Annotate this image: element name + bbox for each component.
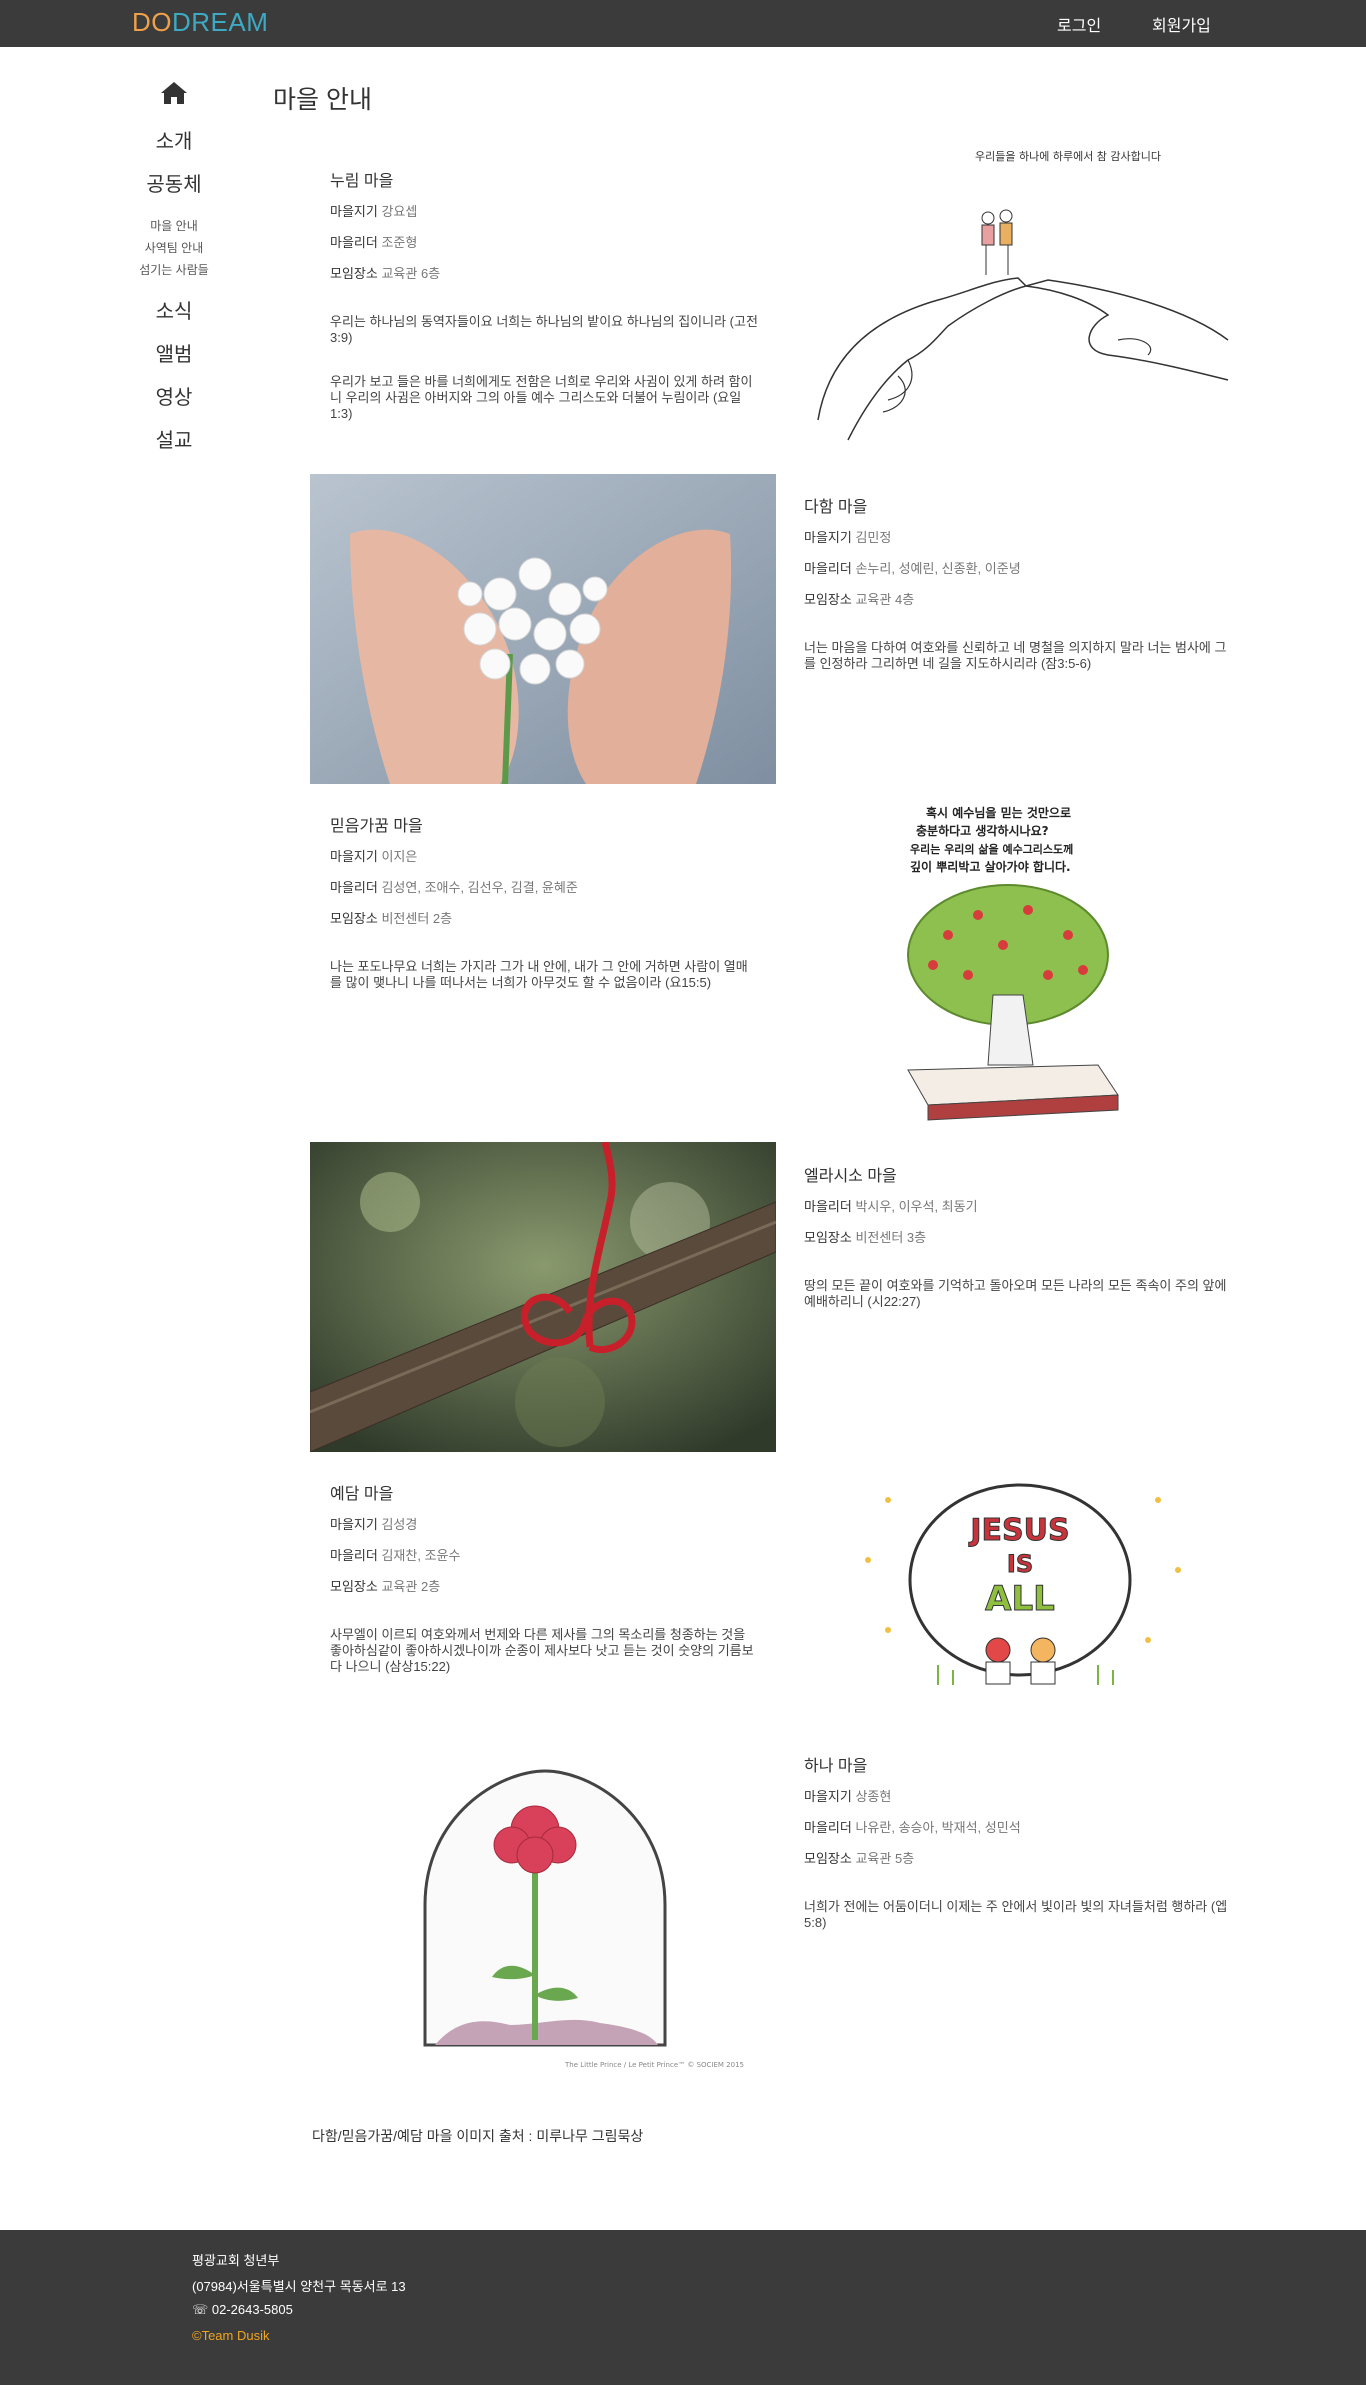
sidebar-sub-village[interactable]: 마을 안내	[130, 215, 218, 237]
leaders-value: 김성연, 조애수, 김선우, 김결, 윤혜준	[381, 880, 578, 895]
image-text-jesus: JESUS	[968, 1513, 1069, 1548]
footer-team: ©Team Dusik	[192, 2328, 270, 2343]
image-handwriting: 우리는 우리의 삶을 예수그리스도께	[910, 842, 1073, 856]
village-block-daham: 다함 마을 마을지기 김민정 마을리더 손누리, 성예린, 신종환, 이준녕 모…	[804, 493, 1232, 672]
footer: 평광교회 청년부 (07984)서울특별시 양천구 목동서로 13 ☏ 02-2…	[0, 2230, 1366, 2385]
village-verse: 너는 마음을 다하여 여호와를 신뢰하고 네 명철을 의지하지 말라 너는 범사…	[804, 640, 1227, 671]
leaders-value: 김재찬, 조윤수	[381, 1548, 461, 1563]
image-credit: 다함/믿음가꿈/예담 마을 이미지 출처 : 미루나무 그림묵상	[312, 2128, 644, 2144]
footer-address: (07984)서울특별시 양천구 목동서로 13	[192, 2279, 406, 2294]
village-image-elasiso	[310, 1142, 776, 1452]
leaders-label: 마을리더	[330, 1548, 378, 1563]
village-verse: 사무엘이 이르되 여호와께서 번제와 다른 제사를 그의 목소리를 청종하는 것…	[330, 1627, 754, 1674]
village-block-mideum: 믿음가꿈 마을 마을지기 이지은 마을리더 김성연, 조애수, 김선우, 김결,…	[330, 812, 758, 991]
village-name: 믿음가꿈 마을	[330, 818, 423, 835]
place-value: 비전센터 3층	[855, 1230, 927, 1245]
village-verse: 나는 포도나무요 너희는 가지라 그가 내 안에, 내가 그 안에 거하면 사람…	[330, 959, 748, 990]
sidebar-sub-servants[interactable]: 섬기는 사람들	[130, 259, 218, 281]
keeper-value: 상종현	[855, 1789, 892, 1804]
village-verse: 우리는 하나님의 동역자들이요 너희는 하나님의 밭이요 하나님의 집이니라 (…	[330, 314, 758, 345]
keeper-label: 마을지기	[330, 204, 378, 219]
village-image-daham	[310, 474, 776, 784]
place-label: 모임장소	[330, 1579, 378, 1594]
phone-icon: ☏	[192, 2302, 209, 2317]
village-verse: 너희가 전에는 어둠이더니 이제는 주 안에서 빛이라 빛의 자녀들처럼 행하라…	[804, 1899, 1228, 1930]
place-value: 교육관 4층	[855, 592, 915, 607]
keeper-label: 마을지기	[804, 1789, 852, 1804]
image-handwriting: 깊이 뿌리박고 살아가야 합니다.	[910, 859, 1071, 874]
keeper-value: 강요셉	[381, 204, 418, 219]
place-label: 모임장소	[330, 911, 378, 926]
village-block-nurim: 누림 마을 마을지기 강요셉 마을리더 조준형 모임장소 교육관 6층 우리는 …	[330, 167, 758, 422]
image-caption: The Little Prince / Le Petit Prince™ © S…	[564, 2061, 744, 2069]
leaders-label: 마을리더	[804, 561, 852, 576]
place-value: 교육관 5층	[855, 1851, 915, 1866]
place-label: 모임장소	[804, 1851, 852, 1866]
page-title: 마을 안내	[273, 86, 372, 114]
sidebar-item-community[interactable]: 공동체	[130, 168, 218, 197]
village-block-elasiso: 엘라시소 마을 마을리더 박시우, 이우석, 최동기 모임장소 비전센터 3층 …	[804, 1162, 1232, 1310]
footer-org: 평광교회 청년부	[192, 2253, 280, 2268]
village-name: 다함 마을	[804, 499, 868, 516]
site-logo[interactable]: DODREAM	[132, 7, 268, 38]
keeper-value: 김성경	[381, 1517, 418, 1532]
village-name: 하나 마을	[804, 1758, 868, 1775]
village-block-hana: 하나 마을 마을지기 상종현 마을리더 나유란, 송승아, 박재석, 성민석 모…	[804, 1752, 1232, 1931]
keeper-label: 마을지기	[804, 530, 852, 545]
sidebar-item-video[interactable]: 영상	[130, 381, 218, 410]
village-name: 누림 마을	[330, 173, 394, 190]
village-image-yedam: JESUS IS ALL	[788, 1460, 1252, 1726]
sidebar-item-album[interactable]: 앨범	[130, 338, 218, 367]
image-handwriting: 우리들을 하나에 하루에서 참 감사합니다	[975, 149, 1161, 163]
sidebar-item-news[interactable]: 소식	[130, 295, 218, 324]
leaders-value: 조준형	[381, 235, 418, 250]
keeper-label: 마을지기	[330, 849, 378, 864]
village-verse-2: 우리가 보고 들은 바를 너희에게도 전함은 너희로 우리와 사귐이 있게 하려…	[330, 374, 753, 421]
image-text-is: IS	[1007, 1550, 1033, 1578]
home-icon[interactable]	[130, 80, 218, 111]
village-verse: 땅의 모든 끝이 여호와를 기억하고 돌아오며 모든 나라의 모든 족속이 주의…	[804, 1278, 1227, 1309]
leaders-label: 마을리더	[330, 235, 378, 250]
village-image-hana: The Little Prince / Le Petit Prince™ © S…	[400, 1755, 770, 2075]
image-handwriting: 충분하다고 생각하시나요?	[916, 823, 1049, 838]
village-name: 예담 마을	[330, 1486, 394, 1503]
place-label: 모임장소	[804, 1230, 852, 1245]
footer-phone: 02-2643-5805	[211, 2302, 293, 2317]
leaders-label: 마을리더	[804, 1820, 852, 1835]
logo-text-dream: DREAM	[172, 7, 269, 37]
keeper-value: 김민정	[855, 530, 892, 545]
top-navbar: DODREAM 로그인 회원가입	[0, 0, 1366, 47]
place-label: 모임장소	[330, 266, 378, 281]
sidebar-sub-ministry[interactable]: 사역팀 안내	[130, 237, 218, 259]
logo-text-do: DO	[132, 7, 172, 37]
sidebar: 소개 공동체 마을 안내 사역팀 안내 섬기는 사람들 소식 앨범 영상 설교	[130, 80, 218, 453]
image-text-all: ALL	[985, 1579, 1055, 1619]
keeper-value: 이지은	[381, 849, 418, 864]
image-handwriting: 혹시 예수님을 믿는 것만으로	[926, 805, 1071, 820]
place-label: 모임장소	[804, 592, 852, 607]
village-image-mideum: 혹시 예수님을 믿는 것만으로 충분하다고 생각하시나요? 우리는 우리의 삶을…	[888, 795, 1152, 1135]
village-name: 엘라시소 마을	[804, 1168, 897, 1185]
sidebar-item-intro[interactable]: 소개	[130, 125, 218, 154]
village-block-yedam: 예담 마을 마을지기 김성경 마을리더 김재찬, 조윤수 모임장소 교육관 2층…	[330, 1480, 758, 1675]
place-value: 비전센터 2층	[381, 911, 453, 926]
place-value: 교육관 2층	[381, 1579, 441, 1594]
signup-link[interactable]: 회원가입	[1152, 12, 1211, 36]
leaders-label: 마을리더	[330, 880, 378, 895]
place-value: 교육관 6층	[381, 266, 441, 281]
keeper-label: 마을지기	[330, 1517, 378, 1532]
leaders-label: 마을리더	[804, 1199, 852, 1214]
login-link[interactable]: 로그인	[1057, 12, 1101, 36]
leaders-value: 손누리, 성예린, 신종환, 이준녕	[855, 561, 1021, 576]
leaders-value: 나유란, 송승아, 박재석, 성민석	[855, 1820, 1021, 1835]
sidebar-item-sermon[interactable]: 설교	[130, 424, 218, 453]
village-image-nurim: 우리들을 하나에 하루에서 참 감사합니다	[788, 140, 1252, 460]
leaders-value: 박시우, 이우석, 최동기	[855, 1199, 978, 1214]
footer-phone-row: ☏ 02-2643-5805	[192, 2302, 293, 2318]
